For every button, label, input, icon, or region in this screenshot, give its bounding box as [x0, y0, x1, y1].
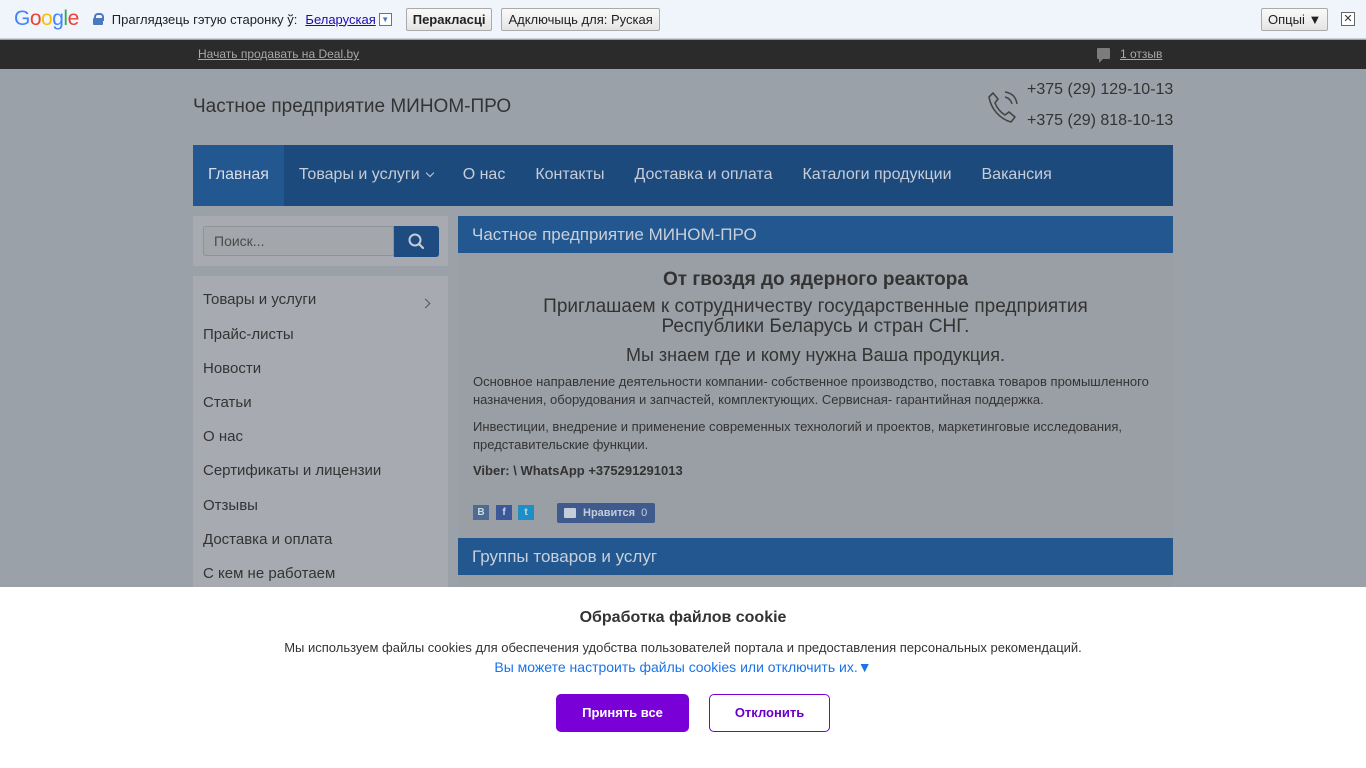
- contact-line: Viber: \ WhatsApp +375291291013: [473, 463, 683, 478]
- translate-button[interactable]: Перакласці: [405, 7, 493, 31]
- sidebar-item-certificates[interactable]: Сертификаты и лицензии: [203, 462, 381, 479]
- subheadline-2: Мы знаем где и кому нужна Ваша продукция…: [626, 345, 1005, 365]
- logo-letter: G: [14, 7, 30, 30]
- nav-item-delivery[interactable]: Доставка и оплата: [619, 145, 787, 206]
- sidebar-item-blacklist[interactable]: С кем не работаем: [203, 565, 335, 582]
- sidebar-item-delivery[interactable]: Доставка и оплата: [203, 531, 332, 548]
- reject-button[interactable]: Отклонить: [709, 694, 830, 732]
- twitter-share-icon[interactable]: t: [518, 505, 534, 520]
- cookie-text: Мы используем файлы cookies для обеспече…: [284, 640, 1082, 655]
- nav-item-products[interactable]: Товары и услуги: [284, 145, 448, 206]
- chevron-right-icon[interactable]: [420, 298, 431, 309]
- nav-item-catalogs[interactable]: Каталоги продукции: [787, 145, 966, 206]
- disable-translate-button[interactable]: Адключыць для: Руская: [501, 7, 660, 31]
- about-panel: От гвоздя до ядерного реактора Приглашае…: [458, 253, 1173, 538]
- translate-bar: Google Праглядзець гэтую старонку ў: Бел…: [0, 0, 1366, 39]
- phone-number[interactable]: +375 (29) 129-10-13: [1027, 81, 1173, 99]
- lock-icon: [92, 13, 104, 25]
- groups-header: Группы товаров и услуг: [458, 538, 1173, 575]
- like-label: Нравится: [583, 507, 636, 519]
- nav-item-home[interactable]: Главная: [193, 145, 284, 206]
- nav-item-vacancy[interactable]: Вакансия: [967, 145, 1067, 206]
- section-header: Частное предприятие МИНОМ-ПРО: [458, 216, 1173, 253]
- phone-number[interactable]: +375 (29) 818-10-13: [1027, 112, 1173, 130]
- accept-all-button[interactable]: Принять все: [556, 694, 689, 732]
- sidebar-menu: Товары и услуги Прайс-листы Новости Стат…: [193, 276, 448, 596]
- sidebar-item-articles[interactable]: Статьи: [203, 394, 252, 411]
- translate-prompt: Праглядзець гэтую старонку ў:: [111, 11, 298, 27]
- sidebar-item-about[interactable]: О нас: [203, 428, 243, 445]
- logo-letter: o: [41, 7, 53, 30]
- options-button[interactable]: Опцыі ▼: [1261, 8, 1329, 31]
- description-paragraph: Инвестиции, внедрение и применение совре…: [473, 419, 1122, 452]
- sell-on-deal-link[interactable]: Начать продавать на Deal.by: [198, 47, 359, 61]
- language-link[interactable]: Беларуская: [305, 12, 375, 27]
- thumbs-up-icon: [564, 508, 576, 518]
- nav-item-contacts[interactable]: Контакты: [520, 145, 619, 206]
- close-icon[interactable]: ✕: [1341, 12, 1355, 26]
- reviews-link[interactable]: 1 отзыв: [1120, 47, 1162, 61]
- like-button[interactable]: Нравится 0: [557, 503, 655, 523]
- language-dropdown-icon[interactable]: ▼: [378, 12, 392, 26]
- nav-item-label: Товары и услуги: [298, 166, 420, 183]
- comment-icon: [1097, 48, 1110, 63]
- sidebar-item-reviews[interactable]: Отзывы: [203, 497, 258, 514]
- logo-letter: e: [67, 7, 80, 30]
- cookie-title: Обработка файлов cookie: [579, 609, 787, 626]
- search-button[interactable]: [394, 226, 439, 257]
- headline: От гвоздя до ядерного реактора: [663, 269, 968, 290]
- like-count: 0: [641, 507, 648, 519]
- search-icon: [408, 233, 425, 250]
- chevron-down-icon: [425, 168, 434, 178]
- description-paragraph: Основное направление деятельности компан…: [473, 374, 1149, 407]
- cookie-banner: Обработка файлов cookie Мы используем фа…: [0, 587, 1366, 768]
- logo-letter: o: [29, 7, 42, 30]
- sidebar-item-prices[interactable]: Прайс-листы: [203, 326, 294, 343]
- google-logo: Google: [14, 7, 79, 31]
- nav-item-about[interactable]: О нас: [448, 145, 521, 206]
- phone-icon: [988, 91, 1018, 123]
- logo-letter: g: [52, 7, 64, 30]
- company-name[interactable]: Частное предприятие МИНОМ-ПРО: [193, 96, 511, 118]
- top-strip: Начать продавать на Deal.by 1 отзыв: [0, 40, 1366, 69]
- sidebar-item-news[interactable]: Новости: [203, 360, 261, 377]
- facebook-share-icon[interactable]: f: [496, 505, 512, 520]
- sidebar-item-products[interactable]: Товары и услуги: [203, 291, 316, 308]
- subheadline: Приглашаем к сотрудничеству государствен…: [543, 296, 1088, 337]
- search-input[interactable]: Поиск...: [203, 226, 394, 256]
- main-nav: Главная Товары и услуги О нас Контакты Д…: [193, 145, 1173, 206]
- search-panel: Поиск...: [193, 216, 448, 266]
- vk-share-icon[interactable]: В: [473, 505, 489, 520]
- cookie-settings-link[interactable]: Вы можете настроить файлы cookies или от…: [0, 659, 1366, 675]
